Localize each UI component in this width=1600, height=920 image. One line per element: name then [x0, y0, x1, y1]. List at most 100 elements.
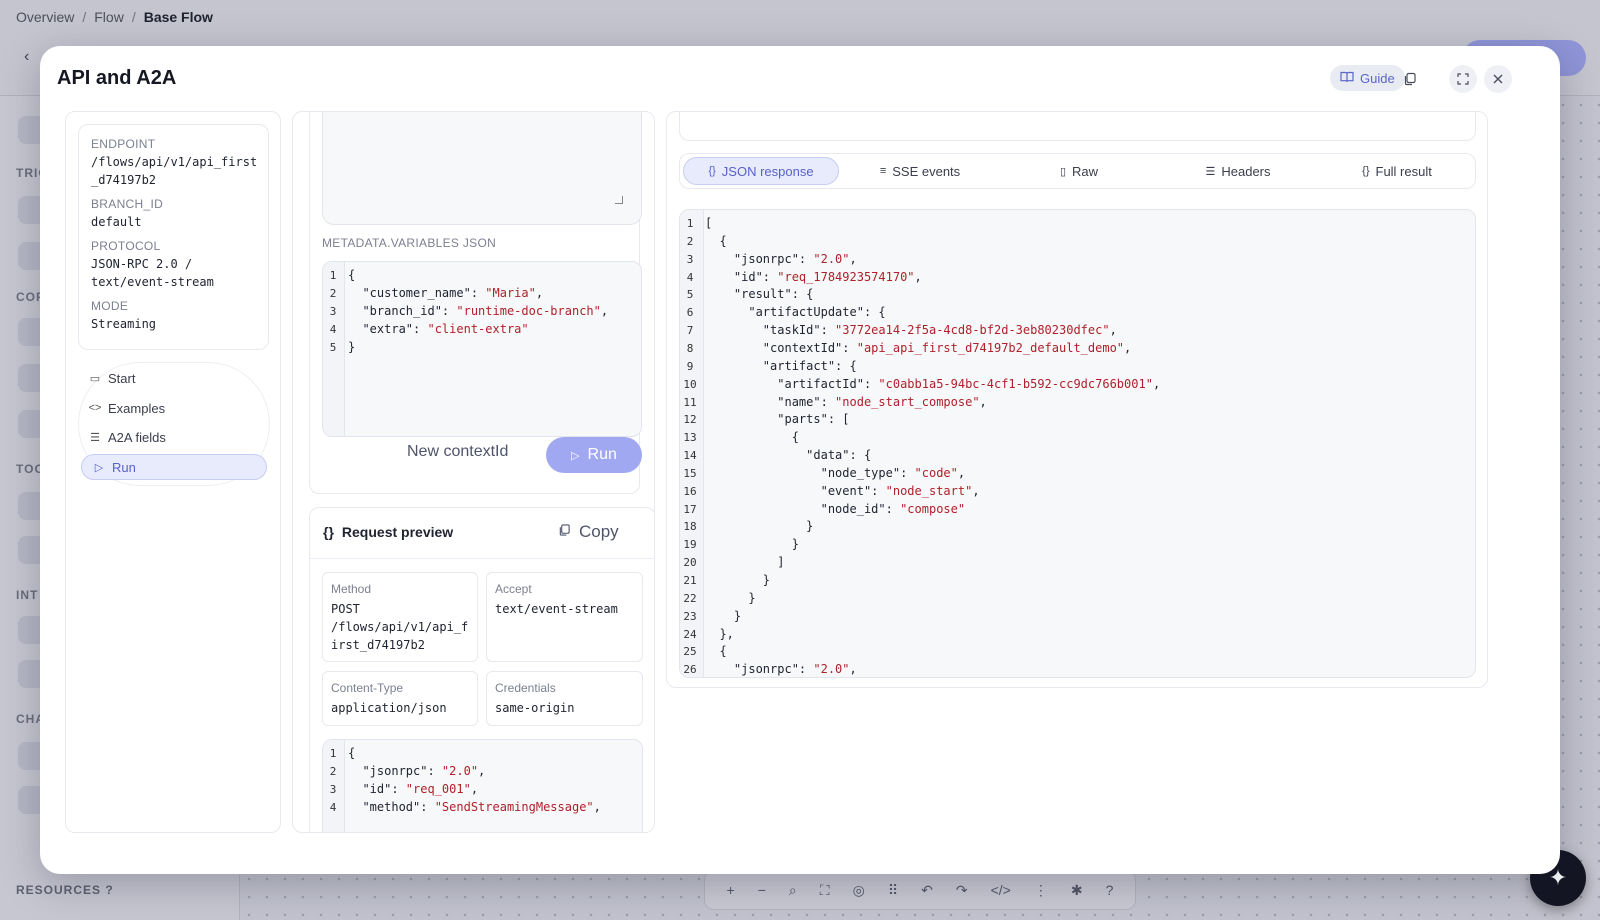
guide-button[interactable]: Guide: [1330, 65, 1405, 91]
response-panel: {} JSON response ≡ SSE events ▯ Raw ☰ Header…: [666, 111, 1488, 688]
metadata-label: METADATA.VARIABLES JSON: [322, 236, 497, 250]
target-icon[interactable]: ◎: [853, 882, 865, 899]
json-response-viewer[interactable]: 1[2 {3 "jsonrpc": "2.0", 4 "id": "req_178…: [679, 209, 1476, 678]
copy-button[interactable]: Copy: [558, 522, 619, 542]
list-icon: ☰: [1205, 165, 1216, 178]
tab-sse-events[interactable]: ≡ SSE events: [842, 157, 998, 185]
line-number: 2: [329, 287, 337, 300]
line-number: 1: [329, 747, 337, 760]
run-label: Run: [587, 446, 617, 463]
code-text: },: [705, 626, 734, 641]
code-text: }: [705, 519, 814, 534]
section-nav: ▭ Start <> Examples ☰ A2A fields ▷ Run: [78, 362, 270, 486]
method-value: POST/flows/api/v1/api_f irst_d74197b2: [331, 602, 469, 652]
close-icon[interactable]: [1484, 65, 1512, 93]
line-number: 16: [683, 484, 697, 498]
tab-json-response[interactable]: {} JSON response: [683, 157, 839, 185]
redo-icon[interactable]: ↷: [956, 882, 968, 899]
help-icon[interactable]: ?: [1106, 882, 1114, 898]
play-icon: ▷: [94, 461, 104, 474]
code-icon[interactable]: </>: [991, 882, 1011, 898]
grid-icon[interactable]: ⠿: [888, 882, 898, 899]
guide-label: Guide: [1360, 70, 1395, 86]
metadata-editor[interactable]: 1{2 "customer_name": "Maria", 3 "branch_i…: [322, 261, 642, 437]
resources-section-label: RESOURCES ?: [16, 883, 114, 897]
resources-help-icon[interactable]: ?: [105, 883, 113, 897]
line-number: 25: [683, 645, 697, 659]
code-text: "artifactId": "c0abb1a5-94bc-4cf1-b592-c…: [705, 376, 1161, 391]
line-number: 14: [683, 449, 697, 463]
zoom-out-icon[interactable]: −: [758, 882, 766, 898]
list-icon: ☰: [90, 431, 100, 444]
line-number: 21: [683, 574, 697, 587]
line-number: 20: [683, 556, 697, 570]
request-body-editor[interactable]: 1{2 "jsonrpc": "2.0", 3 "id": "req_001", 4…: [322, 739, 643, 832]
code-line: 20 ]: [680, 553, 784, 571]
resize-handle[interactable]: [615, 196, 623, 204]
code-line: 13 {: [680, 428, 799, 446]
run-card: METADATA.VARIABLES JSON 1{2 "customer_na…: [309, 112, 642, 494]
line-number: 26: [683, 663, 697, 677]
code-line: 25 {: [680, 642, 727, 660]
response-status-box: [679, 112, 1476, 141]
code-text: [: [705, 216, 713, 230]
code-text: "taskId": "3772ea14-2f5a-4cd8-bf2d-3eb80…: [705, 323, 1117, 338]
copy-icon[interactable]: [1396, 65, 1424, 93]
code-text: {: [705, 644, 727, 659]
code-line: 1{: [323, 266, 356, 284]
code-line: 2 "jsonrpc": "2.0",: [323, 762, 486, 780]
code-line: 4 "method": "SendStreamingMessage",: [323, 798, 601, 816]
tab-raw[interactable]: ▯ Raw: [1001, 157, 1157, 185]
code-line: 5 "result": {: [680, 285, 814, 303]
line-number: 19: [683, 538, 697, 552]
undo-icon[interactable]: ↶: [921, 882, 933, 899]
nav-item-examples[interactable]: <> Examples: [88, 395, 166, 421]
tab-full-result[interactable]: {} Full result: [1319, 157, 1475, 185]
breadcrumb-current: Base Flow: [143, 9, 213, 25]
line-number: 23: [683, 609, 697, 623]
code-line: 26 "jsonrpc": "2.0",: [680, 660, 856, 677]
nav-item-run[interactable]: ▷ Run: [81, 454, 267, 480]
info-panel: ENDPOINT /flows/api/v1/api_first _d74197b…: [65, 111, 281, 833]
search-icon[interactable]: ⌕: [789, 882, 797, 899]
code-line: 18 }: [680, 517, 813, 535]
tab-headers[interactable]: ☰ Headers: [1160, 157, 1316, 185]
sidebar-section-label: INT: [16, 588, 39, 602]
response-tabs: {} JSON response ≡ SSE events ▯ Raw ☰ Header…: [679, 153, 1476, 189]
breadcrumb-overview[interactable]: Overview: [16, 9, 74, 25]
request-panel: METADATA.VARIABLES JSON 1{2 "customer_na…: [292, 111, 655, 833]
braces-icon: {}: [1362, 165, 1370, 177]
nav-item-a2a-fields[interactable]: ☰ A2A fields: [88, 424, 166, 450]
content-type-label: Content-Type: [331, 681, 404, 695]
code-line: 16 "event": "node_start",: [680, 482, 979, 500]
tree-icon[interactable]: ⋮: [1034, 882, 1048, 899]
line-number: 11: [683, 395, 697, 409]
method-label: Method: [331, 582, 372, 596]
code-icon: <>: [88, 402, 102, 414]
play-icon: ▷: [571, 449, 580, 462]
code-text: {: [348, 268, 356, 282]
branch-label: BRANCH_ID: [91, 197, 164, 211]
code-line: 3 "jsonrpc": "2.0",: [680, 250, 857, 268]
line-number: 1: [329, 269, 337, 282]
branch-value: default: [91, 215, 142, 229]
breadcrumb-flow[interactable]: Flow: [94, 9, 124, 25]
code-line: 17 "node_id": "compose": [680, 500, 965, 518]
network-icon[interactable]: ✱: [1071, 882, 1083, 899]
line-number: 3: [329, 305, 337, 318]
content-type-value: application/json: [331, 701, 447, 715]
credentials-label: Credentials: [495, 681, 556, 695]
line-number: 8: [686, 341, 694, 355]
code-text: "id": "req_1784923574170",: [705, 269, 922, 284]
code-text: {: [705, 430, 799, 445]
back-chevron-icon[interactable]: ‹: [24, 48, 29, 66]
fit-view-icon[interactable]: ⛶: [820, 882, 830, 899]
new-context-button[interactable]: New contextId: [407, 443, 508, 461]
request-preview-title: {} Request preview: [323, 524, 454, 540]
nav-item-start[interactable]: ▭ Start: [88, 365, 136, 391]
zoom-in-icon[interactable]: +: [727, 882, 735, 898]
expand-icon[interactable]: [1449, 65, 1477, 93]
code-line: 1{: [323, 744, 356, 762]
run-button[interactable]: ▷ Run: [546, 437, 642, 473]
message-textarea[interactable]: [322, 112, 642, 225]
